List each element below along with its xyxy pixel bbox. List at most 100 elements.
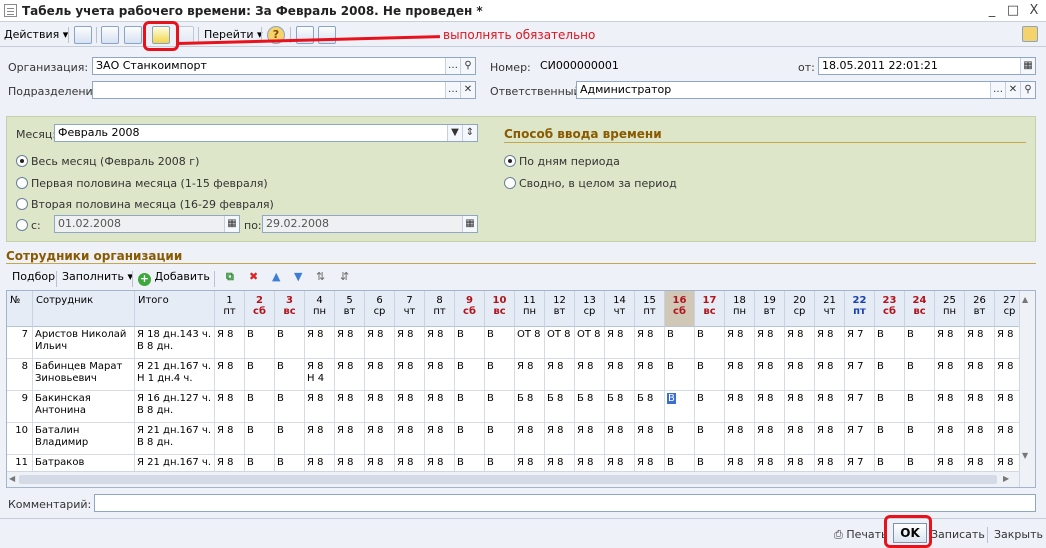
resp-field[interactable]: Администратор … ✕ ⚲ — [576, 81, 1036, 99]
day-cell[interactable]: Я 8 — [935, 359, 965, 391]
row-number[interactable]: 7 — [7, 327, 33, 359]
day-cell[interactable]: Я 8 — [305, 423, 335, 455]
month-select[interactable]: Февраль 2008 ▼ ⇕ — [54, 124, 478, 142]
day-cell[interactable]: Я 8 — [425, 359, 455, 391]
copy-row-icon[interactable]: ⧉ — [226, 268, 234, 286]
day-cell[interactable]: В — [245, 327, 275, 359]
actions-menu[interactable]: Действия ▾ — [4, 26, 68, 44]
select-ellipsis-button[interactable]: … — [445, 82, 460, 98]
day-cell[interactable]: Я 8 — [785, 391, 815, 423]
day-cell[interactable]: В — [275, 423, 305, 455]
day-header[interactable]: 4 пн — [305, 291, 335, 327]
day-cell[interactable]: В — [695, 359, 725, 391]
calendar-icon[interactable]: ▦ — [1020, 58, 1035, 74]
day-cell[interactable]: Я 8 — [215, 391, 245, 423]
day-cell[interactable]: В — [875, 391, 905, 423]
day-cell[interactable]: Я 8 — [425, 423, 455, 455]
day-cell[interactable]: Я 8 — [965, 359, 995, 391]
day-cell[interactable]: Я 8 — [515, 423, 545, 455]
day-header[interactable]: 18 пн — [725, 291, 755, 327]
day-header[interactable]: 23 сб — [875, 291, 905, 327]
day-cell[interactable]: В — [905, 327, 935, 359]
delete-icon[interactable]: ✖ — [249, 268, 258, 286]
day-cell[interactable]: Я 8 — [335, 391, 365, 423]
day-cell[interactable]: Я 8 — [545, 359, 575, 391]
day-cell[interactable]: Б 8 — [635, 391, 665, 423]
day-header[interactable]: 15 пт — [635, 291, 665, 327]
day-header[interactable]: 2 сб — [245, 291, 275, 327]
full-month-label[interactable]: Весь месяц (Февраль 2008 г) — [31, 155, 199, 168]
day-cell[interactable]: Я 8 — [635, 327, 665, 359]
day-cell[interactable]: Я 8 — [785, 327, 815, 359]
day-cell[interactable]: Я 8 — [635, 423, 665, 455]
day-cell[interactable]: Я 8 — [935, 391, 965, 423]
maximize-button[interactable]: □ — [1003, 2, 1023, 20]
day-cell[interactable]: В — [875, 423, 905, 455]
calendar-icon[interactable]: ▦ — [224, 216, 239, 232]
org-field[interactable]: ЗАО Станкоимпорт … ⚲ — [92, 57, 476, 75]
day-cell[interactable]: Я 8 — [755, 359, 785, 391]
day-cell[interactable]: В — [695, 327, 725, 359]
day-cell[interactable]: Я 8 — [365, 359, 395, 391]
day-cell[interactable]: Я 8 — [725, 423, 755, 455]
day-cell[interactable]: Я 8 — [815, 359, 845, 391]
minimize-button[interactable]: _ — [982, 2, 1002, 20]
day-cell[interactable]: Я 8 — [575, 423, 605, 455]
by-days-label[interactable]: По дням периода — [519, 155, 620, 168]
day-cell[interactable]: Я 8 — [605, 423, 635, 455]
day-cell[interactable]: Я 8 — [725, 359, 755, 391]
day-cell[interactable]: В — [275, 359, 305, 391]
day-cell[interactable]: Я 8 — [755, 423, 785, 455]
day-cell[interactable]: Б 8 — [575, 391, 605, 423]
close-window-button[interactable]: X — [1024, 2, 1044, 20]
number-field[interactable]: СИ000000001 — [536, 57, 788, 75]
day-cell[interactable]: ОТ 8 — [515, 327, 545, 359]
day-header[interactable]: 26 вт — [965, 291, 995, 327]
day-header[interactable]: 25 пн — [935, 291, 965, 327]
employee-name[interactable]: Баталин Владимир — [33, 423, 135, 455]
day-cell[interactable]: Б 8 — [515, 391, 545, 423]
day-header[interactable]: 10 вс — [485, 291, 515, 327]
day-header[interactable]: 17 вс — [695, 291, 725, 327]
row-number[interactable]: 8 — [7, 359, 33, 391]
dept-field[interactable]: … ✕ — [92, 81, 476, 99]
day-cell[interactable]: Я 8 — [605, 327, 635, 359]
sort-asc-icon[interactable]: ⇅ — [316, 268, 325, 286]
radio-full-month[interactable] — [16, 155, 28, 167]
day-cell[interactable]: Я 7 — [845, 359, 875, 391]
day-cell[interactable]: Я 8 — [395, 391, 425, 423]
row-number[interactable]: 10 — [7, 423, 33, 455]
day-cell[interactable]: В — [275, 391, 305, 423]
day-cell[interactable]: Я 8 — [965, 423, 995, 455]
day-cell[interactable]: Б 8 — [605, 391, 635, 423]
radio-total[interactable] — [504, 177, 516, 189]
employee-name[interactable]: Бакинская Антонина — [33, 391, 135, 423]
day-cell[interactable]: В — [875, 327, 905, 359]
day-cell[interactable]: Я 8 — [365, 423, 395, 455]
day-cell[interactable]: Я 8 — [935, 423, 965, 455]
day-cell[interactable]: В — [455, 327, 485, 359]
day-cell[interactable]: Я 8 — [365, 327, 395, 359]
day-cell[interactable]: Я 8 — [395, 359, 425, 391]
scroll-down-icon[interactable]: ▼ — [1022, 451, 1028, 460]
day-header[interactable]: 7 чт — [395, 291, 425, 327]
day-cell[interactable]: В — [485, 327, 515, 359]
day-cell[interactable]: Я 8 — [815, 423, 845, 455]
add-button[interactable]: + Добавить — [138, 268, 210, 286]
save-button[interactable]: Записать — [931, 528, 985, 541]
day-cell[interactable]: Я 8 — [635, 359, 665, 391]
day-header[interactable]: 12 вт — [545, 291, 575, 327]
day-cell[interactable]: Я 8 — [815, 327, 845, 359]
fill-menu[interactable]: Заполнить ▾ — [62, 268, 133, 286]
ok-button[interactable]: OK — [893, 523, 927, 543]
day-cell[interactable]: Я 8 — [965, 327, 995, 359]
day-cell[interactable]: Я 8 — [725, 391, 755, 423]
col-header-total[interactable]: Итого — [135, 291, 215, 327]
day-header[interactable]: 11 пн — [515, 291, 545, 327]
day-cell[interactable]: Я 8 — [815, 391, 845, 423]
day-cell[interactable]: В — [905, 391, 935, 423]
timesheet-table[interactable]: № Сотрудник Итого 1 пт 2 сб 3 вс 4 пн 5 вт 6 ср 7 чт 8 пт 9… — [6, 290, 1036, 488]
day-cell[interactable]: В — [665, 391, 695, 423]
total-label[interactable]: Сводно, в целом за период — [519, 177, 677, 190]
employee-name[interactable]: Аристов Николай Ильич — [33, 327, 135, 359]
